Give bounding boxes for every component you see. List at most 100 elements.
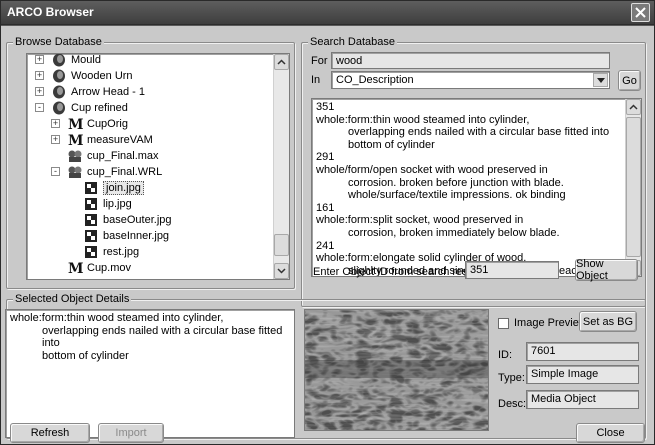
disc-icon (51, 100, 67, 116)
tree-item-label: measureVAM (87, 134, 153, 146)
id-label: ID: (498, 349, 513, 361)
chevron-down-icon (277, 268, 286, 274)
image-icon (83, 180, 99, 196)
expand-icon[interactable]: + (51, 119, 60, 128)
svg-text:M: M (68, 261, 83, 276)
tree-item-label: baseOuter.jpg (103, 214, 172, 226)
tree-item-label: baseInner.jpg (103, 230, 170, 242)
wood-texture-image (305, 310, 488, 430)
result-line: corrosion, broken immediately below blad… (348, 226, 560, 239)
image-icon (83, 244, 99, 260)
title-bar[interactable]: ARCO Browser (1, 1, 654, 25)
close-icon (635, 7, 646, 18)
arco-browser-window: ARCO Browser Browse Database + Mould + Wood… (0, 0, 655, 445)
tree-item-label: Mould (71, 54, 101, 66)
disc-icon (51, 84, 67, 100)
tree-item-label: Wooden Urn (71, 70, 133, 82)
show-object-button[interactable]: Show Object (575, 258, 638, 282)
refresh-button[interactable]: Refresh (10, 423, 90, 443)
collapse-icon[interactable]: - (35, 103, 44, 112)
svg-text:M: M (68, 133, 83, 148)
image-icon (83, 212, 99, 228)
close-button[interactable]: Close (576, 423, 645, 443)
tree-item-label: join.jpg (103, 181, 144, 195)
image-preview (304, 309, 489, 431)
object-details-text[interactable]: whole:form:thin wood steamed into cylind… (5, 309, 295, 438)
search-results-list[interactable]: 351 whole:form:thin wood steamed into cyl… (311, 98, 642, 277)
tree-item-label: rest.jpg (103, 246, 140, 258)
tree-item-label: CupOrig (87, 118, 128, 130)
object-icon (67, 164, 83, 180)
object-icon (67, 148, 83, 164)
desc-label: Desc: (498, 398, 527, 410)
tree-item-label: lip.jpg (103, 198, 132, 210)
chevron-down-icon (596, 77, 605, 83)
results-scroll-thumb[interactable] (626, 117, 641, 257)
details-line: overlapping ends nailed with a circular … (42, 324, 283, 350)
tree-scroll-down-button[interactable] (274, 263, 289, 279)
tree-scrollbar[interactable] (273, 54, 289, 279)
m-icon: M (67, 116, 84, 133)
m-icon: M (67, 132, 84, 149)
details-line: whole:form:thin wood steamed into cylind… (10, 312, 224, 324)
tree-item-label: Cup.mov (87, 262, 132, 274)
expand-icon[interactable]: + (35, 71, 44, 80)
expand-icon[interactable]: + (35, 87, 44, 96)
m-icon: M (67, 260, 84, 277)
result-line: overlapping ends nailed with a circular … (348, 126, 610, 139)
search-database-legend: Search Database (308, 35, 397, 49)
import-button[interactable]: Import (98, 423, 164, 443)
in-label: In (311, 74, 321, 86)
tree-scroll-thumb[interactable] (274, 234, 289, 256)
image-preview-checkbox[interactable] (498, 318, 509, 329)
object-id-label: Enter Object ID from search results (313, 266, 485, 278)
result-line: 161 (316, 201, 335, 214)
chevron-up-icon (277, 59, 286, 65)
result-line: whole/form/open socket with wood preserv… (316, 163, 548, 176)
tree-item-label: cup_Final.WRL (87, 166, 163, 178)
tree-item[interactable]: M Cup.mov (67, 259, 131, 277)
result-line: 291 (316, 151, 335, 164)
tree-item-label: Cup refined (71, 102, 128, 114)
tree-scroll-up-button[interactable] (274, 54, 289, 70)
browse-tree[interactable]: + Mould + Wooden Urn + Arrow Head - 1 - Cup ref… (26, 53, 290, 280)
result-line: whole:form:thin wood steamed into cylind… (316, 113, 530, 126)
result-line: bottom of cylinder (348, 138, 435, 151)
tree-item-label: Arrow Head - 1 (71, 86, 145, 98)
image-icon (83, 228, 99, 244)
image-icon (83, 196, 99, 212)
search-for-input[interactable]: wood (331, 52, 610, 69)
results-scrollbar[interactable] (625, 99, 641, 276)
expand-icon[interactable]: + (35, 55, 44, 64)
image-preview-label: Image Preview (514, 317, 587, 329)
result-line: whole/surface/textile impressions. ok bi… (348, 189, 566, 202)
details-line: bottom of cylinder (42, 349, 129, 362)
browse-database-legend: Browse Database (13, 35, 104, 49)
tree-item-label: cup_Final.max (87, 150, 159, 162)
window-title: ARCO Browser (7, 5, 94, 19)
search-in-select[interactable]: CO_Description (331, 71, 610, 89)
search-in-value: CO_Description (336, 74, 414, 86)
window-close-button[interactable] (631, 3, 650, 22)
type-field[interactable]: Simple Image (526, 365, 639, 384)
dropdown-button[interactable] (593, 73, 608, 87)
dialog-client-area: Browse Database + Mould + Wooden Urn + Arrow … (1, 26, 654, 444)
set-as-bg-button[interactable]: Set as BG (579, 311, 637, 332)
id-field[interactable]: 7601 (526, 342, 639, 361)
for-label: For (311, 55, 328, 67)
result-line: whole:form:split socket, wood preserved … (316, 214, 524, 227)
type-label: Type: (498, 372, 525, 384)
results-scroll-up-button[interactable] (626, 99, 641, 115)
disc-icon (51, 54, 67, 68)
go-button[interactable]: Go (618, 70, 641, 91)
result-line: corrosion. broken before junction with b… (348, 176, 564, 189)
result-line: 351 (316, 101, 335, 113)
collapse-icon[interactable]: - (51, 167, 60, 176)
expand-icon[interactable]: + (51, 135, 60, 144)
desc-field[interactable]: Media Object (526, 390, 639, 409)
chevron-up-icon (629, 104, 638, 110)
svg-text:M: M (68, 117, 83, 132)
object-id-input[interactable]: 351 (465, 261, 559, 279)
selected-object-details-legend: Selected Object Details (13, 292, 132, 306)
disc-icon (51, 68, 67, 84)
